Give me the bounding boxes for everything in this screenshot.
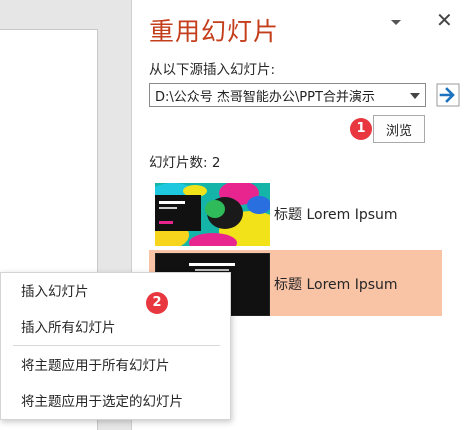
chevron-down-icon[interactable] [388,14,404,30]
menu-item-apply-theme-selected[interactable]: 将主题应用于选定的幻灯片 [1,385,230,419]
slide-item-1[interactable]: 标题 Lorem Ipsum [149,180,442,246]
source-dropdown-arrow[interactable] [404,84,425,106]
step-badge-1: 1 [350,118,372,140]
menu-item-insert-all-slides[interactable]: 插入所有幻灯片 [1,311,230,345]
slide-item-label: 标题 Lorem Ipsum [274,207,398,223]
menu-separator [13,345,220,346]
source-label: 从以下源插入幻灯片: [149,62,276,78]
menu-item-insert-slide[interactable]: 插入幻灯片 [1,275,230,309]
browse-button[interactable]: 浏览 [373,115,425,143]
arrow-right-icon[interactable] [436,83,460,107]
slide-count-label: 幻灯片数: 2 [149,155,221,171]
source-path-input[interactable] [150,84,405,106]
slide-item-label: 标题 Lorem Ipsum [274,277,398,293]
pane-title: 重用幻灯片 [149,17,280,46]
close-icon[interactable]: ✕ [436,10,453,30]
slide-thumbnail-1 [155,183,270,246]
menu-item-apply-theme-all[interactable]: 将主题应用于所有幻灯片 [1,349,230,383]
source-combobox[interactable] [149,83,426,107]
context-menu: 插入幻灯片 插入所有幻灯片 将主题应用于所有幻灯片 将主题应用于选定的幻灯片 [0,272,231,420]
step-badge-2: 2 [146,292,168,314]
